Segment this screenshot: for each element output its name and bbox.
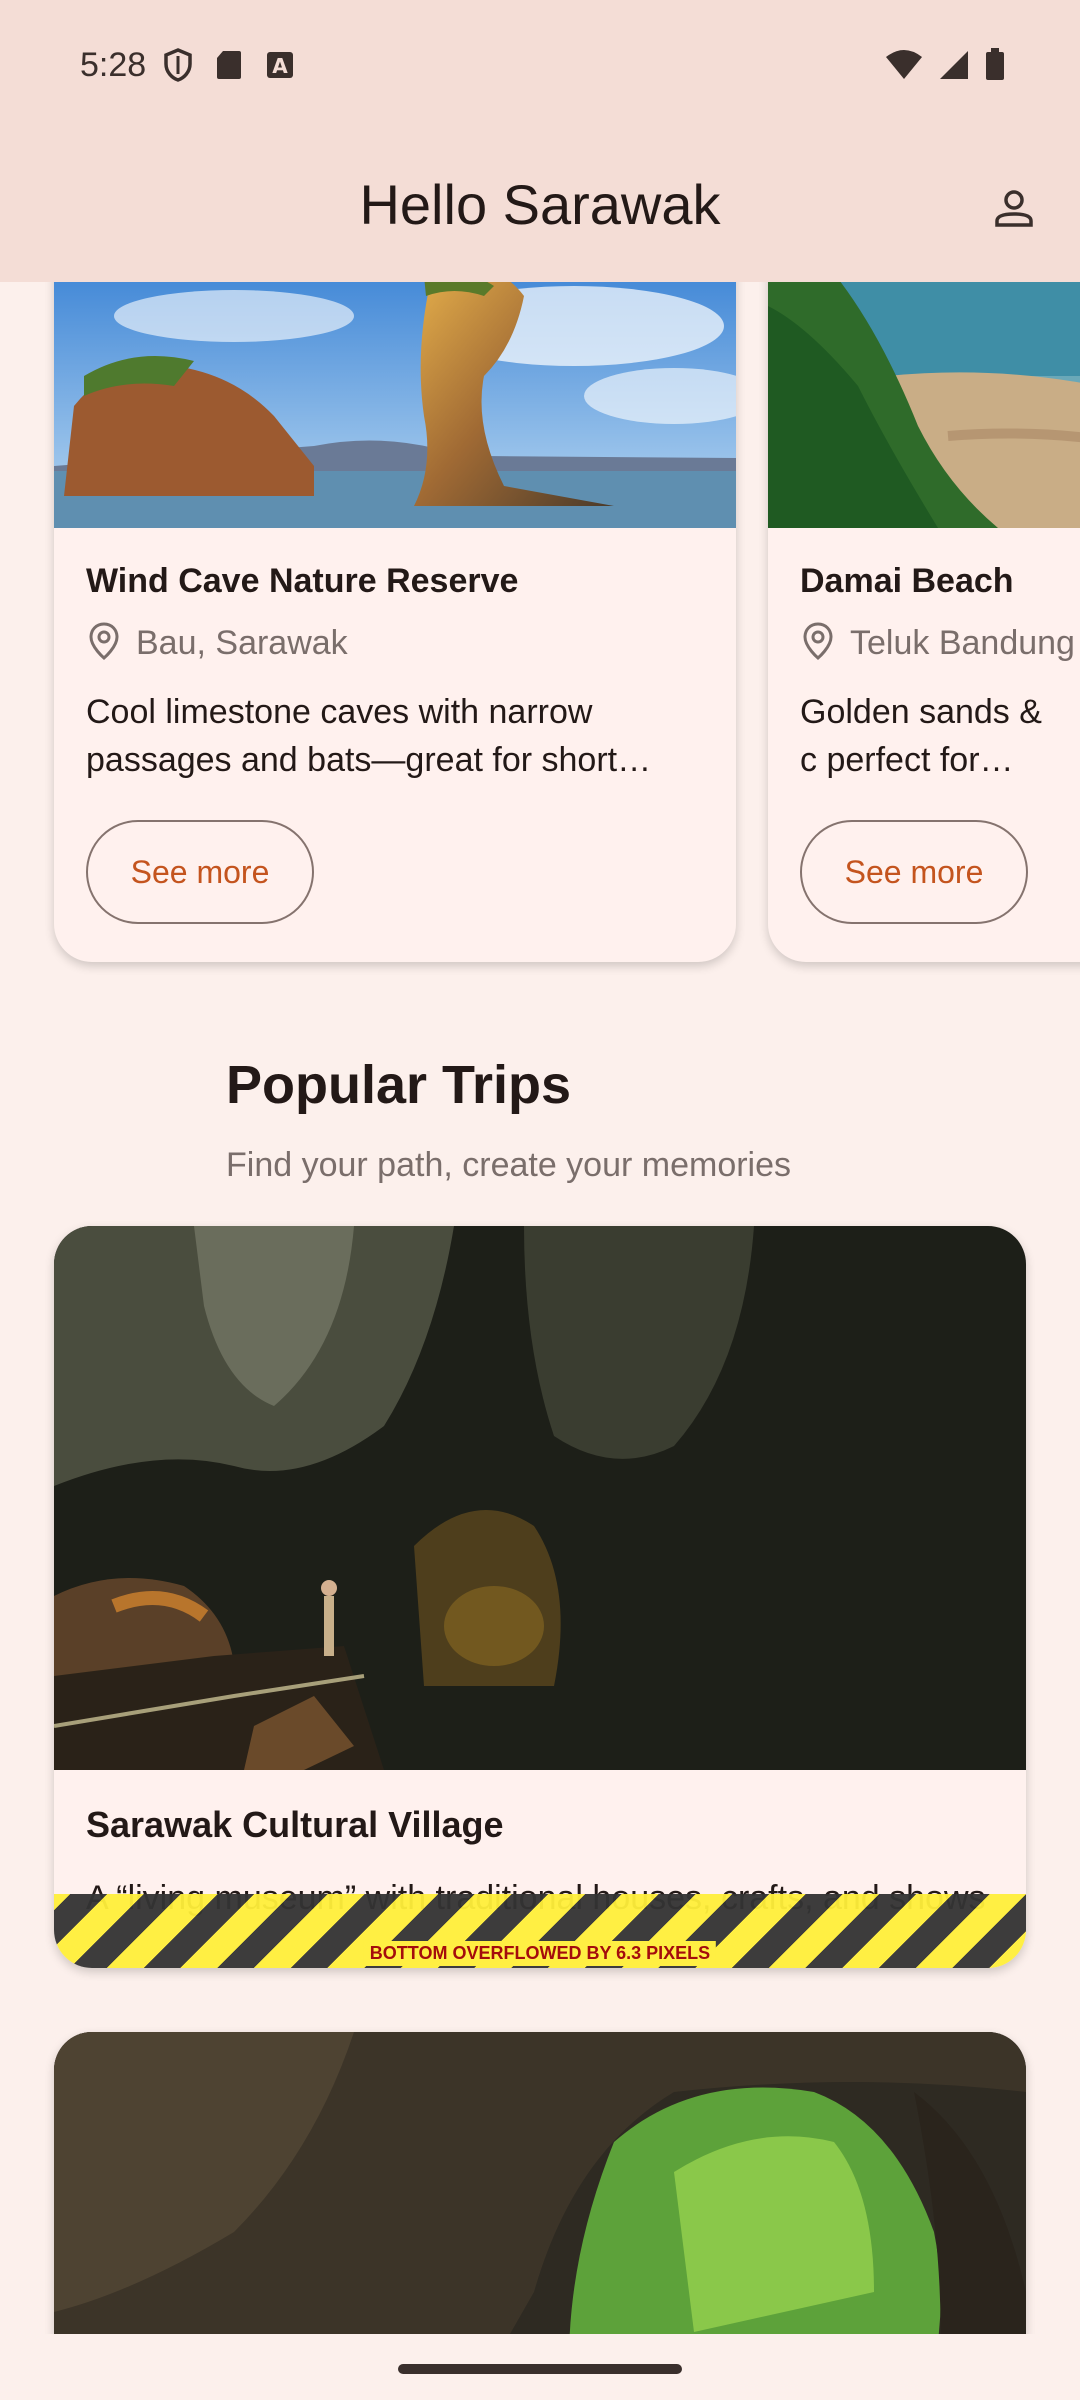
sd-card-icon [215, 49, 243, 86]
location-pin-icon [86, 621, 122, 666]
page-title: Hello Sarawak [359, 173, 721, 236]
trip-card[interactable]: Sarawak Cultural Village A “living museu… [54, 1226, 1026, 1968]
destination-location: Teluk Bandung [800, 621, 1080, 666]
app-bar: Hello Sarawak [0, 136, 1080, 282]
trip-name: Sarawak Cultural Village [86, 1804, 504, 1845]
destination-description: Cool limestone caves with narrow passage… [86, 693, 652, 779]
status-notification-icons: A [163, 48, 295, 87]
destination-location-text: Bau, Sarawak [136, 624, 348, 662]
svg-text:A: A [272, 54, 288, 78]
overflow-warning-label: BOTTOM OVERFLOWED BY 6.3 PIXELS [363, 1941, 717, 1966]
shield-icon [163, 48, 193, 87]
wifi-icon [884, 49, 924, 86]
person-icon [990, 184, 1038, 237]
section-title: Popular Trips [226, 1055, 572, 1115]
destination-image [768, 282, 1080, 528]
keyboard-a-icon: A [265, 50, 295, 85]
see-more-button[interactable]: See more [800, 820, 1028, 924]
destination-card[interactable]: Wind Cave Nature Reserve Bau, Sarawak Co… [54, 282, 736, 962]
gesture-handle[interactable] [398, 2364, 682, 2374]
main-scroll-area[interactable]: Wind Cave Nature Reserve Bau, Sarawak Co… [0, 282, 1080, 2334]
destination-name: Wind Cave Nature Reserve [86, 562, 519, 600]
location-pin-icon [800, 621, 836, 666]
overflow-warning-stripe: BOTTOM OVERFLOWED BY 6.3 PIXELS [54, 1894, 1026, 1968]
destination-card[interactable]: Damai Beach Teluk Bandung Golden sands &… [768, 282, 1080, 962]
status-system-icons [884, 48, 1006, 87]
see-more-button[interactable]: See more [86, 820, 314, 924]
status-bar: 5:28 A [0, 0, 1080, 136]
destination-image [54, 282, 736, 528]
profile-button[interactable] [978, 174, 1050, 246]
destination-location: Bau, Sarawak [86, 621, 704, 666]
destination-location-text: Teluk Bandung [850, 624, 1075, 662]
section-subtitle: Find your path, create your memories [226, 1146, 792, 1184]
system-nav-bar [0, 2334, 1080, 2400]
trip-image [54, 2032, 1026, 2334]
status-time: 5:28 [80, 46, 147, 84]
signal-icon [938, 49, 970, 86]
trip-card[interactable] [54, 2032, 1026, 2334]
trip-image [54, 1226, 1026, 1770]
destinations-carousel[interactable]: Wind Cave Nature Reserve Bau, Sarawak Co… [54, 282, 1080, 982]
battery-icon [984, 48, 1006, 87]
destination-description: Golden sands & c perfect for swim [800, 693, 1042, 779]
destination-name: Damai Beach [800, 562, 1014, 600]
